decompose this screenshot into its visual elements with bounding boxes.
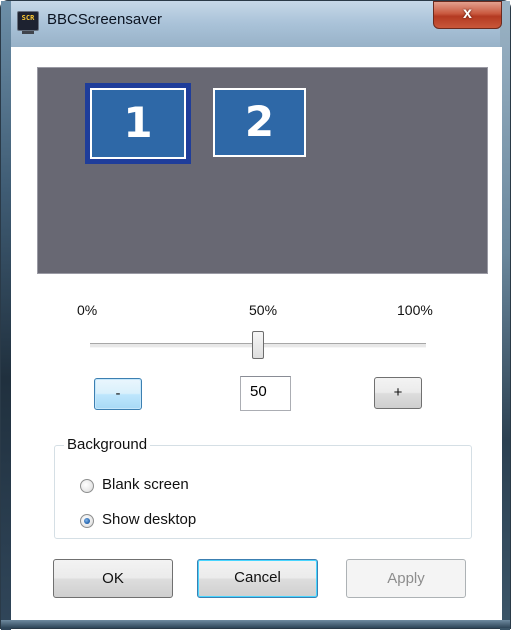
window-frame-bottom (1, 620, 510, 628)
close-button[interactable]: x (433, 1, 502, 29)
increase-button[interactable]: + (374, 377, 422, 409)
app-icon-base (22, 31, 34, 34)
show-desktop-label[interactable]: Show desktop (102, 511, 196, 528)
slider-max-label: 100% (397, 302, 433, 318)
blank-screen-radio[interactable] (80, 479, 94, 493)
app-icon: SCR (17, 11, 39, 34)
show-desktop-radio[interactable] (80, 514, 94, 528)
slider-min-label: 0% (77, 302, 98, 318)
app-icon-text: SCR (21, 14, 35, 22)
dialog-client-area: 1 2 0% 50% 100% - 50 + Background Blank … (11, 47, 502, 622)
slider-mid-label: 50% (249, 302, 278, 318)
monitor-2[interactable]: 2 (213, 88, 306, 157)
cancel-button[interactable]: Cancel (197, 559, 318, 598)
opacity-slider-thumb[interactable] (252, 331, 264, 359)
background-group-title: Background (64, 436, 151, 453)
decrease-button[interactable]: - (94, 378, 142, 410)
ok-button[interactable]: OK (53, 559, 173, 598)
window-title: BBCScreensaver (47, 11, 163, 28)
apply-button[interactable]: Apply (346, 559, 466, 598)
dialog-window: SCR BBCScreensaver x 1 2 0% 50% 100% - 5… (0, 0, 511, 630)
monitor-1[interactable]: 1 (85, 83, 191, 164)
window-frame-left (1, 1, 11, 630)
close-icon: x (463, 5, 472, 22)
monitor-preview: 1 2 (37, 67, 488, 274)
value-input[interactable]: 50 (240, 376, 291, 411)
blank-screen-label[interactable]: Blank screen (102, 476, 189, 493)
